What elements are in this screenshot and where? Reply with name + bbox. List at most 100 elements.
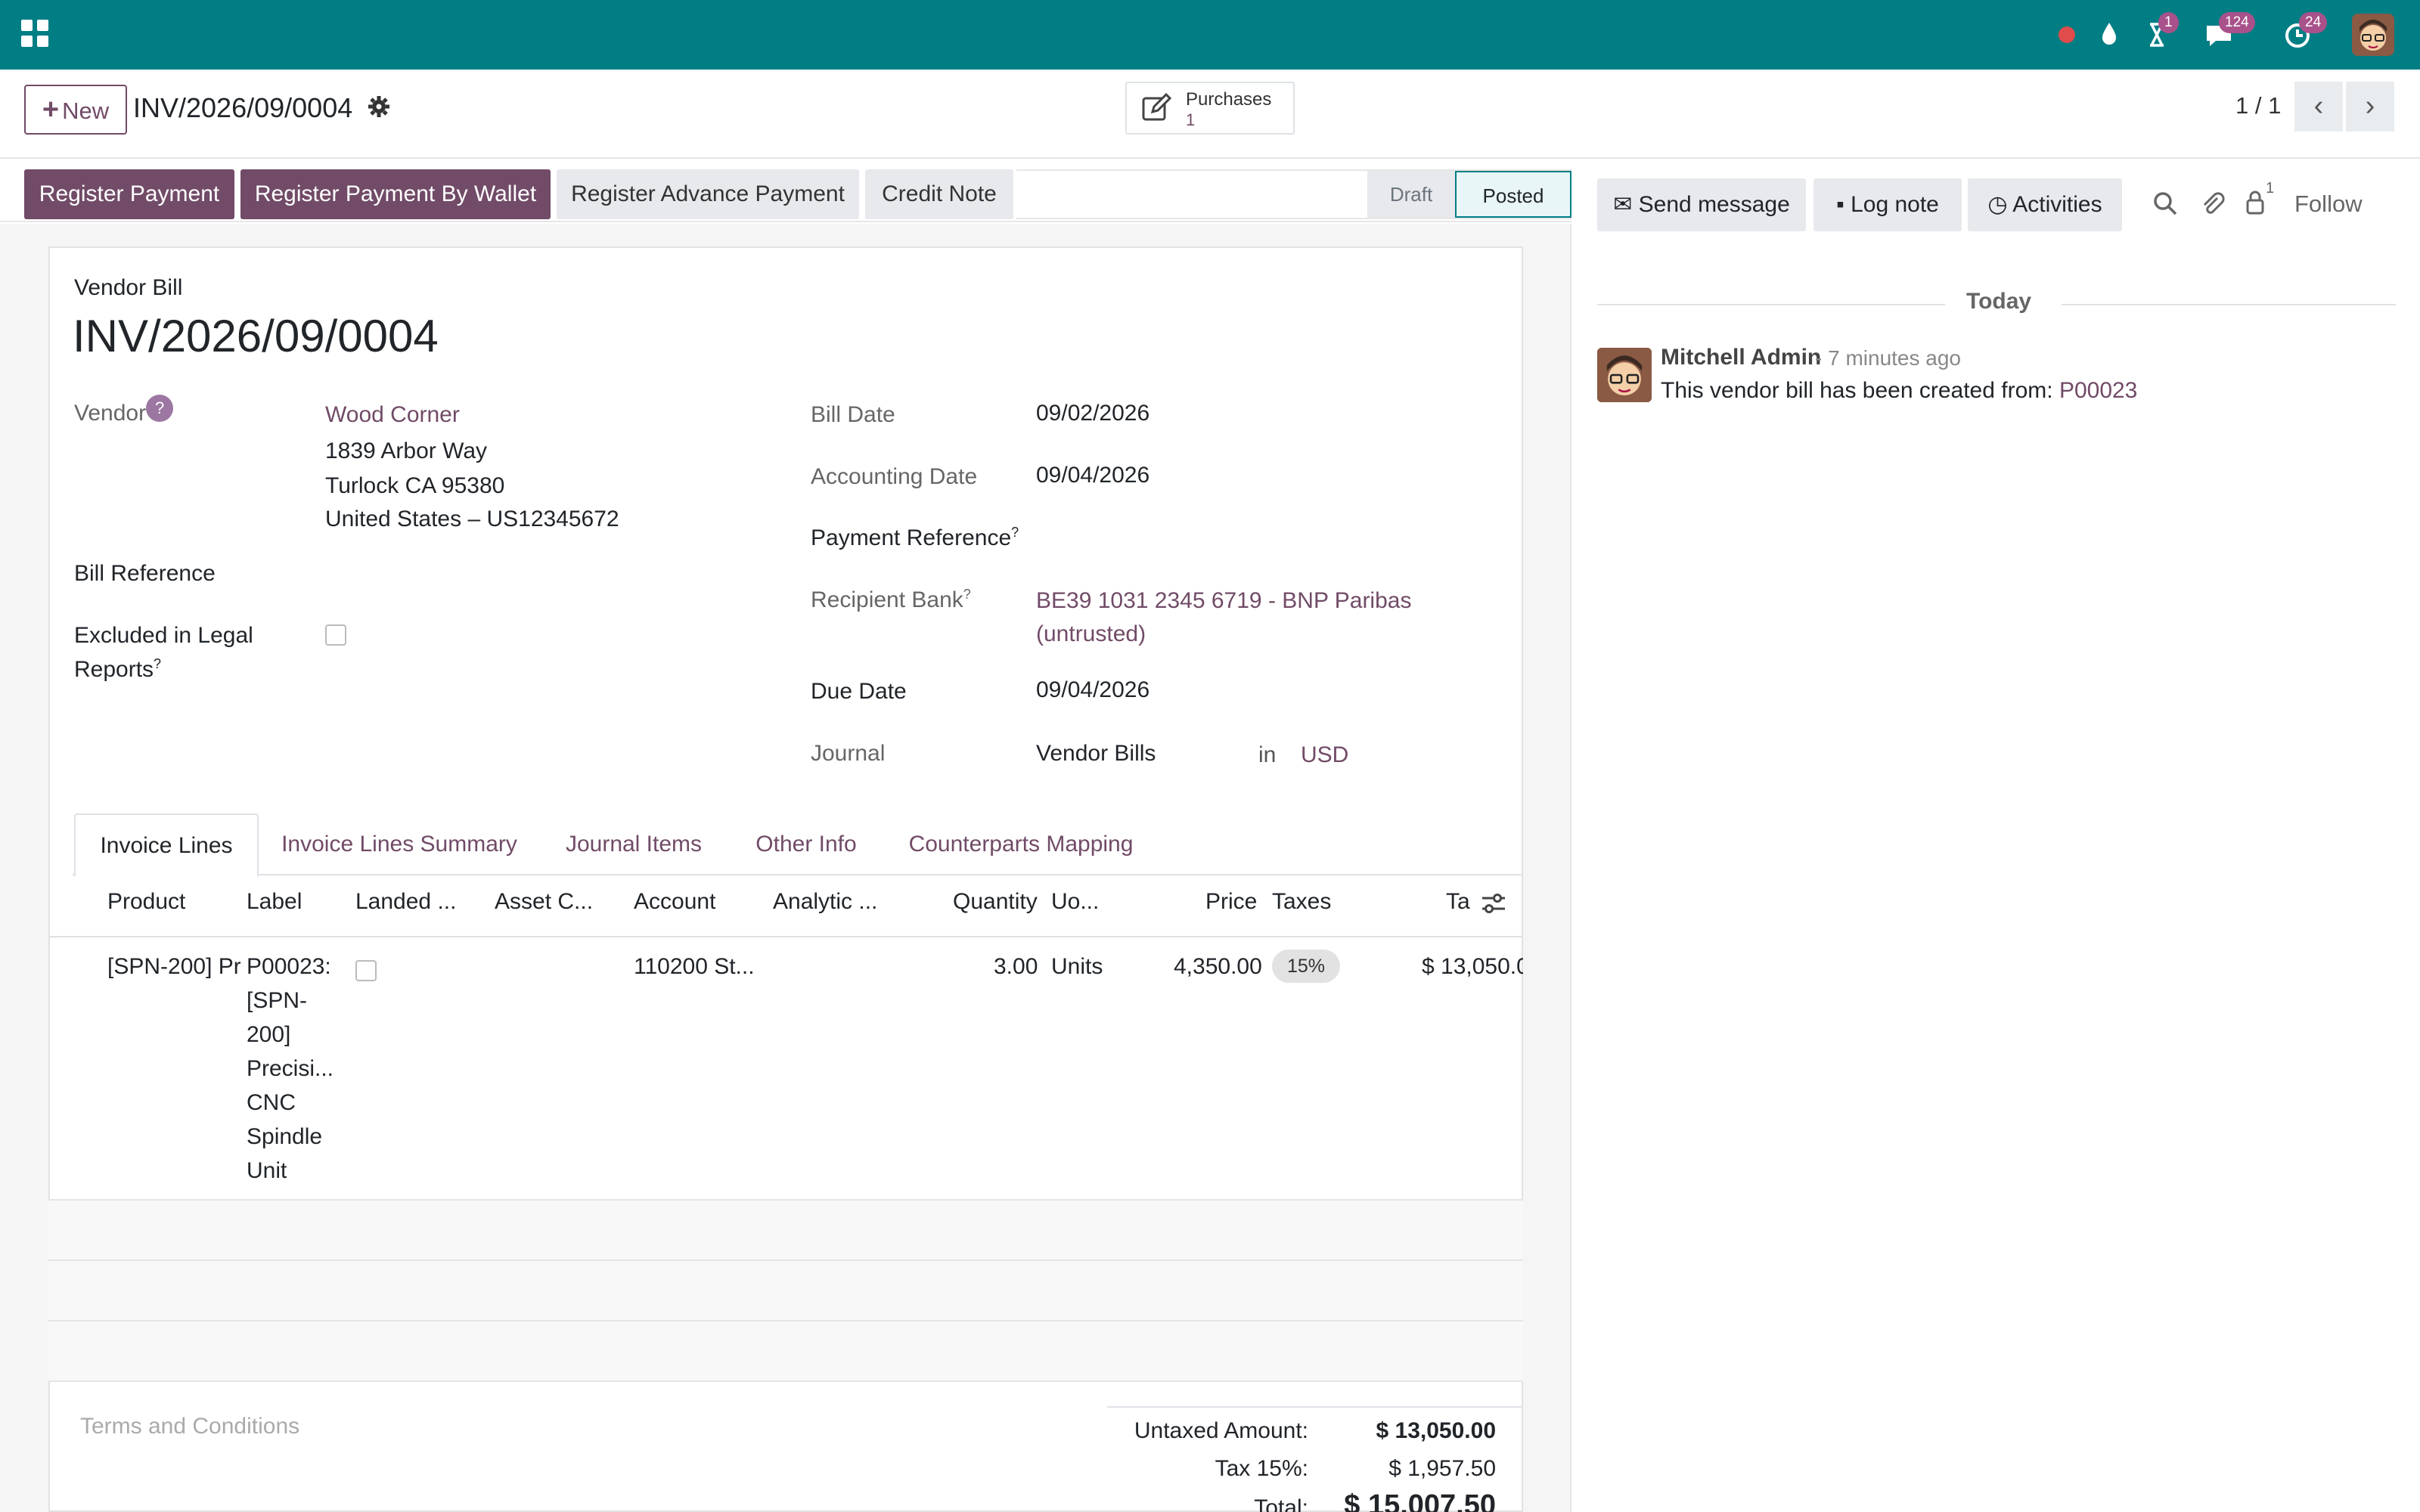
help-icon[interactable]: ? xyxy=(146,395,174,422)
recipient-bank-link-line1[interactable]: BE39 1031 2345 6719 - BNP Paribas xyxy=(1036,584,1411,618)
followers-count: 1 xyxy=(2266,180,2275,197)
purchase-order-link[interactable]: P00023 xyxy=(2059,378,2137,403)
due-date-value[interactable]: 09/04/2026 xyxy=(1036,673,1150,707)
untaxed-amount-label: Untaxed Amount: xyxy=(1134,1418,1308,1443)
column-header-analytic[interactable]: Analytic ... xyxy=(773,889,877,915)
tab-invoice-lines-summary[interactable]: Invoice Lines Summary xyxy=(272,813,526,875)
column-header-product[interactable]: Product xyxy=(107,889,185,915)
recording-dot-icon[interactable] xyxy=(2054,18,2080,51)
row-label-line: Spindle xyxy=(247,1124,323,1149)
totals-divider xyxy=(1107,1406,1522,1408)
message-author-avatar[interactable] xyxy=(1597,348,1652,402)
register-advance-payment-button[interactable]: Register Advance Payment xyxy=(557,169,859,219)
recipient-bank-link-line2[interactable]: (untrusted) xyxy=(1036,617,1146,651)
smart-button-count: 1 xyxy=(1186,110,1196,129)
register-payment-wallet-button[interactable]: Register Payment By Wallet xyxy=(240,169,551,219)
search-icon[interactable] xyxy=(2152,191,2178,223)
tab-other-info[interactable]: Other Info xyxy=(738,813,874,875)
column-header-uom[interactable]: Uo... xyxy=(1051,889,1099,915)
message-timestamp: - 7 minutes ago xyxy=(1815,346,1961,370)
message-body: This vendor bill has been created from: … xyxy=(1661,378,2137,404)
stage-draft[interactable]: Draft xyxy=(1367,171,1455,218)
new-button-label: New xyxy=(62,98,110,124)
due-date-label: Due Date xyxy=(811,679,907,704)
move-type-label: Vendor Bill xyxy=(74,275,183,300)
row-account[interactable]: 110200 St... xyxy=(634,950,755,984)
table-row-divider xyxy=(48,1380,1523,1382)
column-header-price[interactable]: Price xyxy=(1205,889,1257,915)
journal-value[interactable]: Vendor Bills xyxy=(1036,736,1156,770)
column-header-landed[interactable]: Landed ... xyxy=(355,889,456,915)
row-total: $ 13,050.0 xyxy=(1422,954,1523,979)
note-icon: ▪ xyxy=(1836,192,1844,217)
followers-lock-icon[interactable]: 1 xyxy=(2243,180,2274,223)
vendor-label-text: Vendor xyxy=(74,401,147,426)
send-message-button[interactable]: ✉ Send message xyxy=(1597,178,1806,231)
activities-clock-icon[interactable]: 24 xyxy=(2282,12,2328,51)
empty-table-row xyxy=(48,1261,1523,1320)
messages-icon[interactable]: 124 xyxy=(2202,12,2255,51)
row-label-line: CNC xyxy=(247,1090,296,1115)
paperclip-icon[interactable] xyxy=(2199,191,2225,223)
row-quantity[interactable]: 3.00 xyxy=(994,950,1038,984)
column-header-total[interactable]: Ta xyxy=(1446,889,1470,915)
column-header-quantity[interactable]: Quantity xyxy=(953,889,1038,915)
terms-conditions-field[interactable]: Terms and Conditions xyxy=(80,1414,299,1439)
app-menu-icon[interactable] xyxy=(21,20,48,47)
vendor-address-line2: Turlock CA 95380 xyxy=(325,473,505,498)
tab-counterparts-mapping[interactable]: Counterparts Mapping xyxy=(895,813,1146,875)
column-header-taxes[interactable]: Taxes xyxy=(1272,889,1331,915)
message-author[interactable]: Mitchell Admin xyxy=(1661,345,1821,370)
tax-value: $ 1,957.50 xyxy=(1388,1456,1496,1481)
pager-value: 1 / 1 xyxy=(2235,92,2282,119)
pager-next-button[interactable]: › xyxy=(2346,82,2394,132)
tax-label: Tax 15%: xyxy=(1215,1456,1308,1481)
row-label-line: [SPN- xyxy=(247,988,308,1013)
column-header-asset[interactable]: Asset C... xyxy=(495,889,593,915)
optional-columns-icon[interactable] xyxy=(1481,891,1506,922)
activities-badge: 24 xyxy=(2299,12,2328,33)
breadcrumb-record-title: INV/2026/09/0004 xyxy=(133,92,353,123)
journal-label: Journal xyxy=(811,741,886,766)
excluded-legal-label-line2: Reports? xyxy=(74,656,162,682)
pager-previous-button[interactable]: ‹ xyxy=(2294,82,2343,132)
bill-date-value[interactable]: 09/02/2026 xyxy=(1036,396,1150,430)
excluded-legal-checkbox[interactable] xyxy=(325,624,346,646)
gear-icon[interactable] xyxy=(368,92,390,125)
recipient-bank-label-text: Recipient Bank xyxy=(811,587,963,612)
credit-note-button[interactable]: Credit Note xyxy=(865,169,1013,219)
vendor-label: Vendor? xyxy=(74,395,174,426)
row-uom[interactable]: Units xyxy=(1051,950,1103,984)
register-payment-button[interactable]: Register Payment xyxy=(24,169,234,219)
payment-reference-label: Payment Reference? xyxy=(811,525,1019,550)
row-tax-badge[interactable]: 15% xyxy=(1272,950,1340,983)
accounting-date-label: Accounting Date xyxy=(811,464,978,489)
log-note-button[interactable]: ▪ Log note xyxy=(1813,178,1962,231)
bill-number-heading: INV/2026/09/0004 xyxy=(73,311,439,361)
activities-button[interactable]: ◷ Activities xyxy=(1968,178,2122,231)
purchases-smart-button[interactable]: Purchases 1 xyxy=(1125,82,1295,135)
accounting-date-value[interactable]: 09/04/2026 xyxy=(1036,458,1150,492)
notebook-tabs: Invoice Lines Invoice Lines Summary Jour… xyxy=(73,813,1523,877)
row-label-line: 200] xyxy=(247,1022,291,1047)
row-product[interactable]: [SPN-200] Pre xyxy=(107,950,240,984)
vendor-name-link[interactable]: Wood Corner xyxy=(325,398,460,432)
row-landed-cost-checkbox[interactable] xyxy=(355,960,377,981)
new-button[interactable]: + New xyxy=(24,85,127,135)
row-label[interactable]: P00023: [SPN- 200] Precisi... CNC Spindl… xyxy=(247,950,334,1188)
follow-button[interactable]: Follow xyxy=(2294,191,2363,218)
status-bar: Register Payment Register Payment By Wal… xyxy=(0,160,1571,222)
row-price[interactable]: 4,350.00 xyxy=(1174,950,1262,984)
stage-posted[interactable]: Posted xyxy=(1455,171,1571,218)
tab-invoice-lines[interactable]: Invoice Lines xyxy=(74,813,259,877)
currency-link[interactable]: USD xyxy=(1301,738,1348,772)
drop-icon[interactable] xyxy=(2096,18,2122,51)
user-avatar[interactable] xyxy=(2352,14,2394,56)
row-label-line: P00023: xyxy=(247,954,331,979)
column-header-label[interactable]: Label xyxy=(247,889,302,915)
log-note-label: Log note xyxy=(1851,192,1939,217)
column-header-account[interactable]: Account xyxy=(634,889,715,915)
excluded-legal-label-text: Reports xyxy=(74,657,154,682)
tab-journal-items[interactable]: Journal Items xyxy=(548,813,720,875)
timer-icon[interactable]: 1 xyxy=(2142,12,2179,51)
